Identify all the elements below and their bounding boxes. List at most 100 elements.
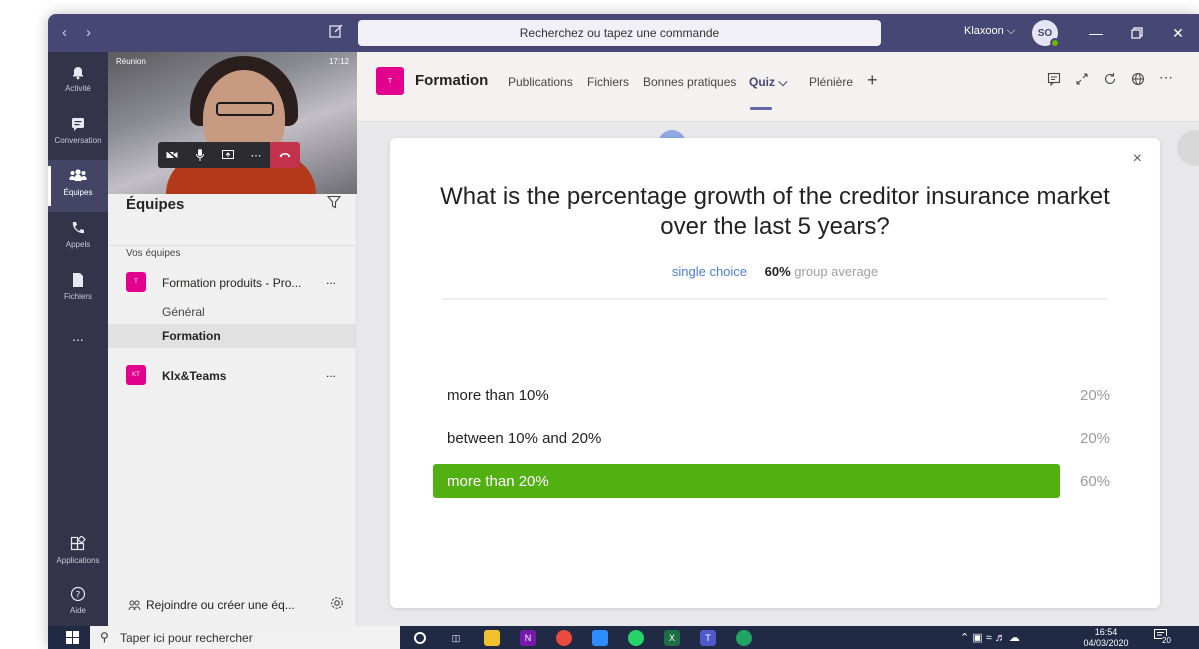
channel-header: T Formation Publications Fichiers Bonnes… [357,52,1199,122]
question-type: single choice [671,264,748,279]
task-view-icon[interactable]: ◫ [448,630,464,646]
team-tile: KT [126,365,146,385]
page-title: Équipes [126,196,185,213]
presence-status-icon [1050,38,1060,48]
clock-time: 16:54 [1094,627,1118,637]
answer-option-1[interactable]: more than 10% [433,378,1060,412]
video-participant-glasses [216,102,274,116]
teams-window: ‹ › Recherchez ou tapez une commande Kla… [48,14,1199,649]
close-window-button[interactable]: ✕ [1166,21,1190,45]
rail-label: Applications [56,556,100,565]
apps-icon [69,535,87,554]
rail-item-files[interactable]: Fichiers [48,264,108,316]
forward-arrow-icon[interactable]: › [86,24,91,41]
rail-item-more[interactable]: ... [48,316,108,368]
more-icon: ⋯ [250,149,262,162]
svg-text:?: ? [76,591,81,601]
channel-name: Formation [162,329,221,343]
channel-item-formation[interactable]: Formation [108,324,357,348]
camera-off-button[interactable] [158,142,186,168]
tenant-switcher[interactable]: Klaxoon ⌵ [964,25,1015,38]
windows-taskbar: ⚲ Taper ici pour rechercher ◫ N X T ⌃ ▣ … [48,626,1199,649]
whatsapp-icon[interactable] [628,630,644,646]
team-tile: T [126,272,146,292]
quiz-card: × What is the percentage growth of the c… [390,138,1160,608]
app-rail: Activité Conversation Équipes Appels Fic… [48,52,108,626]
meeting-video-preview[interactable]: Réunion 17:12 ⋯ [108,52,357,194]
rail-item-help[interactable]: ? Aide [48,578,108,630]
team-name: Formation produits - Pro... [162,276,302,290]
microphone-icon [196,149,204,161]
title-bar: ‹ › Recherchez ou tapez une commande Kla… [48,14,1199,52]
team-more-button[interactable]: ... [326,273,336,287]
chat-icon [69,116,87,134]
taskbar-clock[interactable]: 16:54 04/03/2020 [1078,627,1134,649]
answer-option-3[interactable]: more than 20% [433,464,1060,498]
rail-item-activity[interactable]: Activité [48,56,108,108]
tab-fichiers[interactable]: Fichiers [587,75,629,89]
hangouts-icon[interactable] [736,630,752,646]
divider [442,298,1108,300]
join-create-team-link[interactable]: Rejoindre ou créer une éq... [146,598,295,612]
tab-publications[interactable]: Publications [508,75,573,89]
globe-icon[interactable] [1131,72,1145,89]
rail-item-chat[interactable]: Conversation [48,108,108,160]
team-item-formation-produits[interactable]: T Formation produits - Pro... ... [108,271,357,297]
compose-icon[interactable] [328,23,348,43]
taskbar-search-box[interactable]: ⚲ Taper ici pour rechercher [90,626,400,649]
answer-percentage: 60% [1080,473,1111,490]
tab-bonnes-pratiques[interactable]: Bonnes pratiques [643,75,736,89]
rail-item-calls[interactable]: Appels [48,212,108,264]
file-explorer-icon[interactable] [484,630,500,646]
system-tray-icons[interactable]: ⌃ ▣ ≈ ♬ ☁ [960,631,1020,644]
close-icon[interactable]: × [1133,150,1142,168]
gear-icon[interactable] [330,596,344,613]
command-search-bar[interactable]: Recherchez ou tapez une commande [358,20,881,46]
rail-label: Conversation [54,136,102,145]
answer-label: between 10% and 20% [447,430,602,447]
rail-item-teams[interactable]: Équipes [48,160,108,212]
rail-label: Équipes [63,188,93,197]
answer-label: more than 20% [447,473,549,490]
refresh-icon[interactable] [1103,72,1117,89]
excel-icon[interactable]: X [664,630,680,646]
team-more-button[interactable]: ... [326,366,336,380]
onenote-icon[interactable]: N [520,630,536,646]
rail-label: Activité [65,84,91,93]
channel-item-general[interactable]: Général [108,300,357,324]
more-options-icon[interactable]: ⋯ [1159,69,1173,86]
restore-icon [1131,27,1143,39]
chrome-icon[interactable] [556,630,572,646]
windows-start-icon[interactable] [66,631,79,647]
rail-item-applications[interactable]: Applications [48,528,108,580]
tab-pleniere[interactable]: Plénière [809,75,853,89]
cortana-icon[interactable] [414,632,426,644]
team-name: Klx&Teams [162,369,227,383]
microphone-button[interactable] [186,142,214,168]
add-tab-button[interactable]: + [867,70,878,91]
hang-up-button[interactable] [270,142,300,168]
team-item-klx-teams[interactable]: KT Klx&Teams ... [108,364,357,390]
minimize-button[interactable]: — [1084,21,1108,45]
teams-taskbar-icon[interactable]: T [700,630,716,646]
expand-icon[interactable] [1075,72,1089,89]
panel-footer: Rejoindre ou créer une éq... [108,586,357,626]
zoom-icon[interactable] [592,630,608,646]
maximize-button[interactable] [1125,21,1149,45]
tab-quiz[interactable]: Quiz ⌵ [749,75,787,90]
share-screen-button[interactable] [214,142,242,168]
answer-option-2[interactable]: between 10% and 20% [433,421,1060,455]
more-actions-button[interactable]: ⋯ [242,142,270,168]
notification-center-button[interactable]: 20 [1154,629,1174,647]
quiz-content-area: × What is the percentage growth of the c… [357,122,1199,626]
quiz-question: What is the percentage growth of the cre… [440,183,1110,240]
filter-icon[interactable] [326,195,342,214]
answer-percentage: 20% [1080,387,1111,404]
channel-name: Général [162,305,205,319]
join-team-icon[interactable] [128,599,142,614]
back-arrow-icon[interactable]: ‹ [62,24,67,41]
phone-icon [69,220,87,238]
quiz-meta: single choice 60% group average [390,264,1160,279]
conversation-icon[interactable] [1047,72,1061,89]
notification-count: 20 [1162,636,1171,645]
